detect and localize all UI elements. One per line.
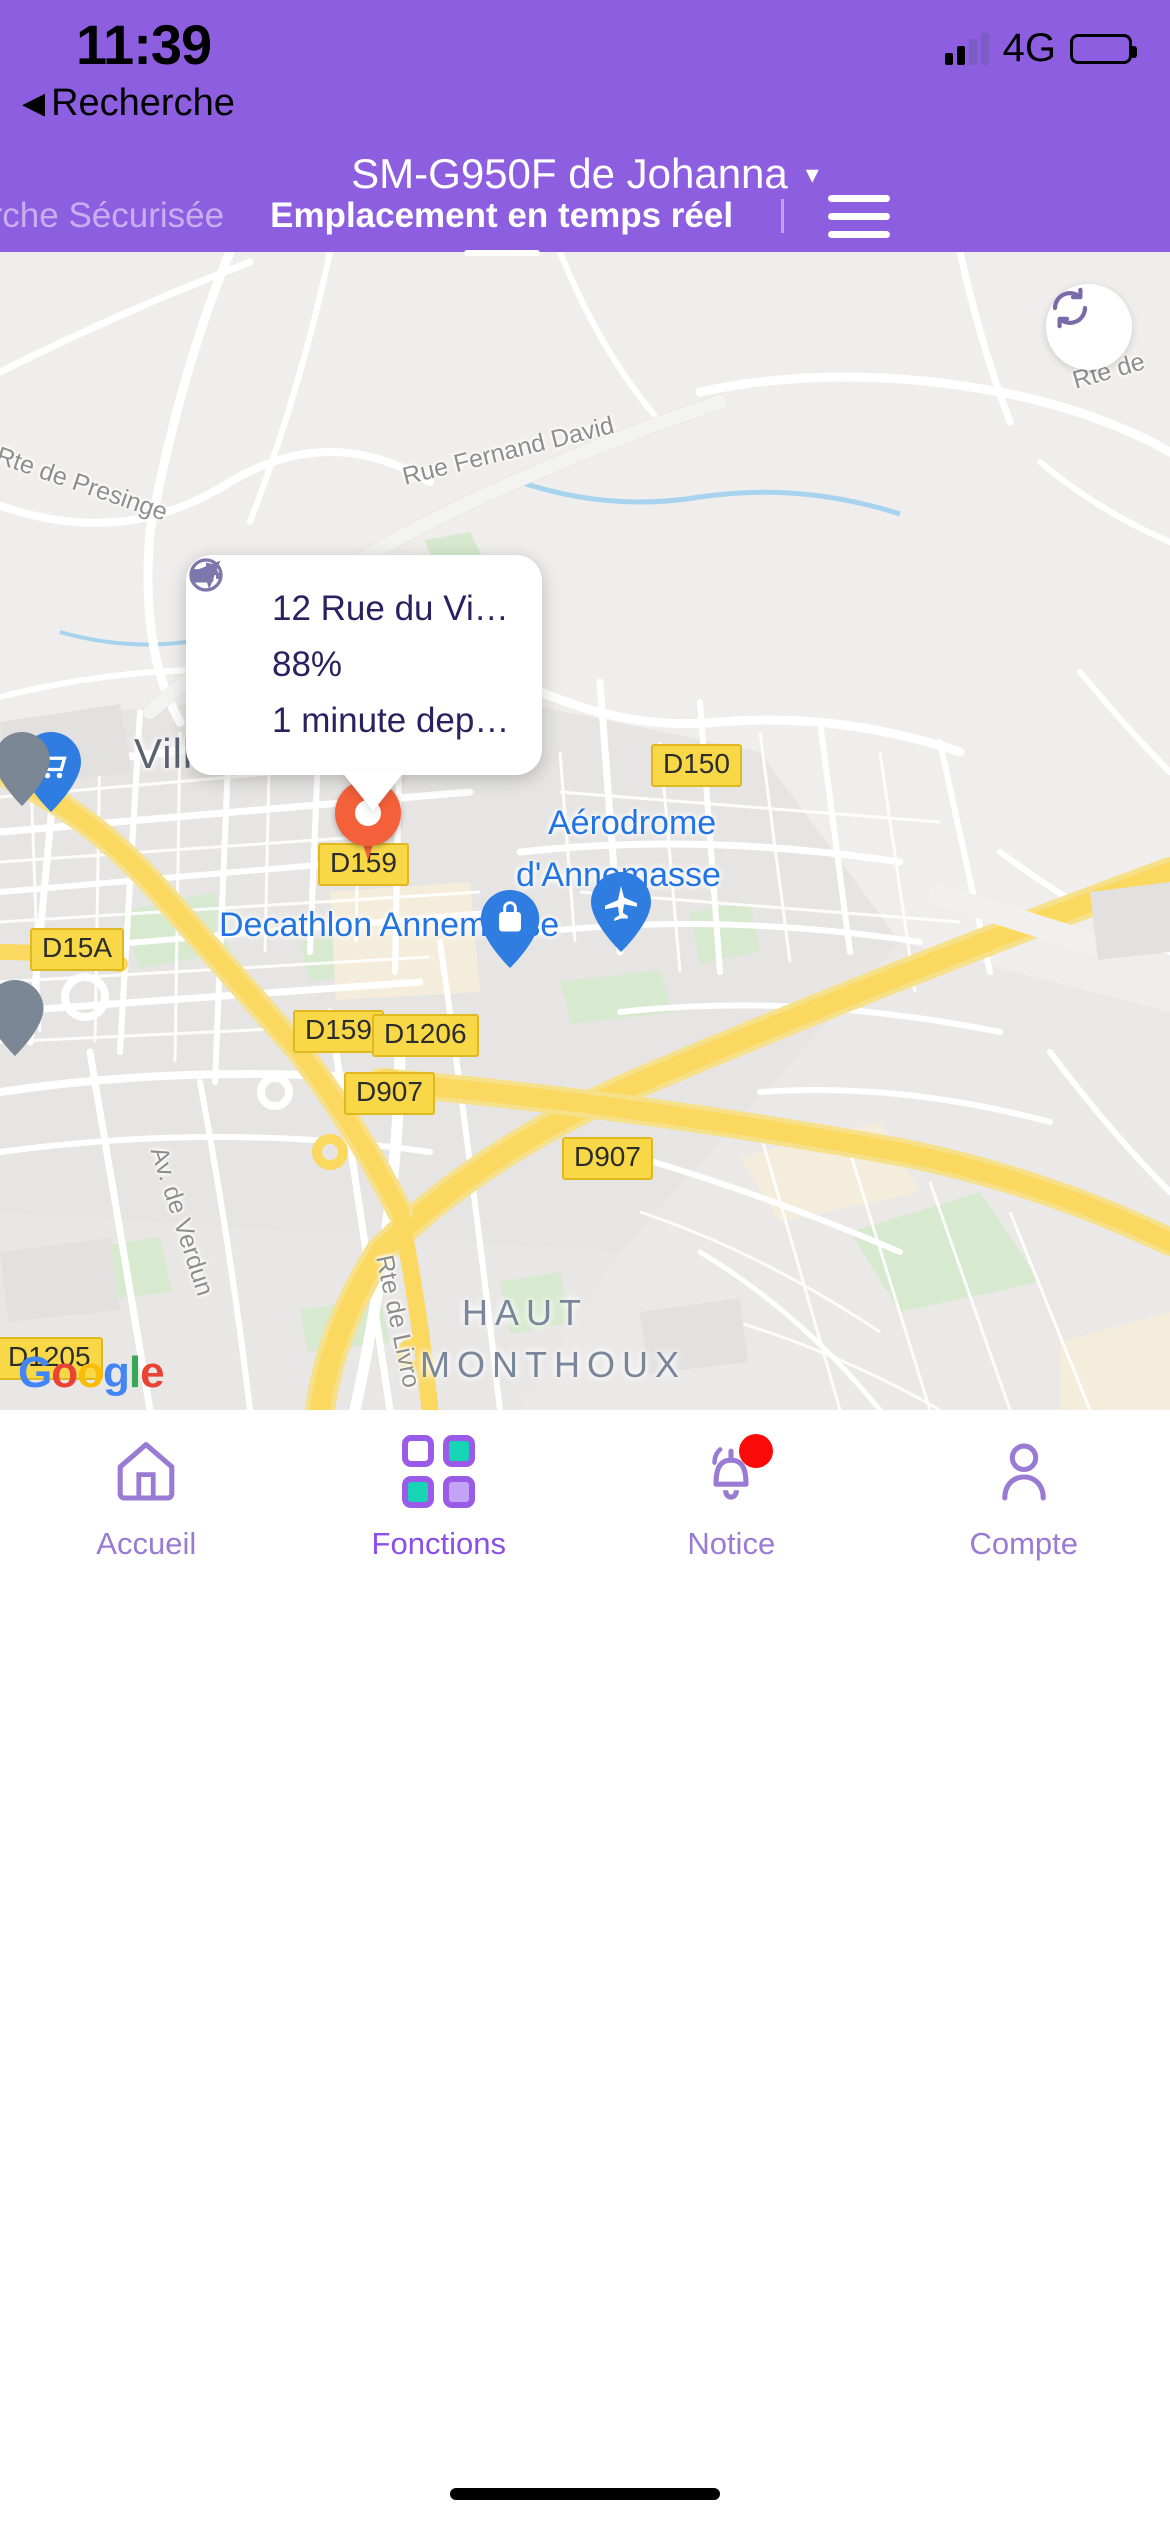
map-poi-pin-grey[interactable]	[0, 980, 48, 1060]
refresh-icon	[1052, 287, 1088, 329]
road-shield: D159	[293, 1010, 384, 1053]
location-info-callout[interactable]: 12 Rue du Vieux Châtea… 88%	[186, 555, 542, 775]
google-logo-letter: o	[77, 1348, 104, 1397]
status-bar-time: 11:39	[76, 13, 212, 76]
signal-bars-icon	[944, 32, 989, 65]
bell-icon	[695, 1432, 774, 1510]
callout-row-time: 1 minute depuis	[189, 558, 518, 749]
nav-label: Fonctions	[371, 1526, 506, 1561]
refresh-button[interactable]	[1046, 284, 1132, 370]
tab-label: ...erche Sécurisée	[0, 196, 225, 235]
hamburger-menu-icon[interactable]	[828, 194, 891, 238]
nav-label: Accueil	[96, 1526, 197, 1561]
place-pin-icon	[0, 732, 50, 806]
place-pin-icon	[0, 980, 44, 1056]
map-poi-pin-airport[interactable]	[590, 872, 652, 952]
status-bar-indicators: 4G	[944, 26, 1137, 71]
road-shield: D907	[344, 1072, 435, 1115]
person-icon	[988, 1432, 1060, 1510]
nav-item-fonctions[interactable]: Fonctions	[293, 1432, 586, 1622]
nav-item-compte[interactable]: Compte	[878, 1432, 1170, 1622]
tab-emplacement-temps-reel[interactable]: Emplacement en temps réel	[270, 180, 733, 252]
bottom-navigation-bar: Accueil Fonctions Notice Compte	[0, 1410, 1170, 2532]
nav-label: Compte	[969, 1526, 1079, 1561]
battery-icon	[190, 569, 254, 686]
grid-icon-squares	[402, 1434, 476, 1508]
grid-icon	[402, 1432, 476, 1510]
google-logo-letter: G	[18, 1348, 52, 1397]
tab-divider	[781, 199, 785, 233]
google-logo-letter: l	[128, 1348, 141, 1397]
tab-bar: ...erche Sécurisée Emplacement en temps …	[0, 180, 1170, 252]
tab-label: Emplacement en temps réel	[270, 196, 734, 235]
back-to-search-link[interactable]: ◀ Recherche	[22, 82, 235, 125]
nav-label: Notice	[687, 1526, 776, 1561]
bottom-nav-items: Accueil Fonctions Notice Compte	[0, 1432, 1170, 1622]
tab-recherche-securisee[interactable]: ...erche Sécurisée	[0, 180, 224, 252]
home-indicator	[450, 2488, 720, 2500]
notification-badge	[739, 1434, 774, 1468]
google-logo: Google	[18, 1348, 165, 1398]
back-caret-icon: ◀	[22, 86, 46, 120]
callout-address-text: 12 Rue du Vieux Châtea…	[272, 589, 518, 628]
home-icon	[110, 1432, 182, 1510]
status-bar: 11:39 ◀ Recherche 4G	[0, 0, 1170, 140]
callout-row-address: 12 Rue du Vieux Châtea…	[191, 560, 518, 637]
map-vector-layer	[0, 252, 1170, 1410]
road-shield: D1206	[372, 1014, 479, 1057]
battery-icon	[1070, 33, 1137, 64]
road-shield: D150	[651, 744, 742, 787]
google-logo-letter: e	[140, 1348, 165, 1397]
store-pin-icon	[480, 890, 540, 968]
airplane-pin-icon	[591, 872, 651, 952]
map-canvas[interactable]: Rue Fernand David Rte de Presinge Rte de…	[0, 252, 1170, 1410]
network-type-label: 4G	[1002, 26, 1056, 70]
nav-item-notice[interactable]: Notice	[585, 1432, 878, 1622]
clock-icon	[189, 558, 254, 742]
app-screen: Rue Fernand David Rte de Presinge Rte de…	[0, 0, 1170, 2532]
nav-item-accueil[interactable]: Accueil	[0, 1432, 293, 1622]
road-shield: D15A	[30, 928, 125, 971]
google-logo-letter: o	[51, 1348, 78, 1397]
callout-row-battery: 88%	[190, 569, 518, 693]
callout-battery-text: 88%	[272, 645, 343, 684]
map-poi-pin-store[interactable]	[480, 890, 542, 970]
map-poi-pin-grey[interactable]	[0, 732, 56, 812]
callout-time-text: 1 minute depuis	[272, 701, 518, 740]
road-shield: D907	[562, 1137, 653, 1180]
back-link-label: Recherche	[51, 82, 235, 124]
app-header: 11:39 ◀ Recherche 4G SM-G950F de Johanna…	[0, 0, 1170, 252]
google-logo-letter: g	[103, 1348, 130, 1397]
